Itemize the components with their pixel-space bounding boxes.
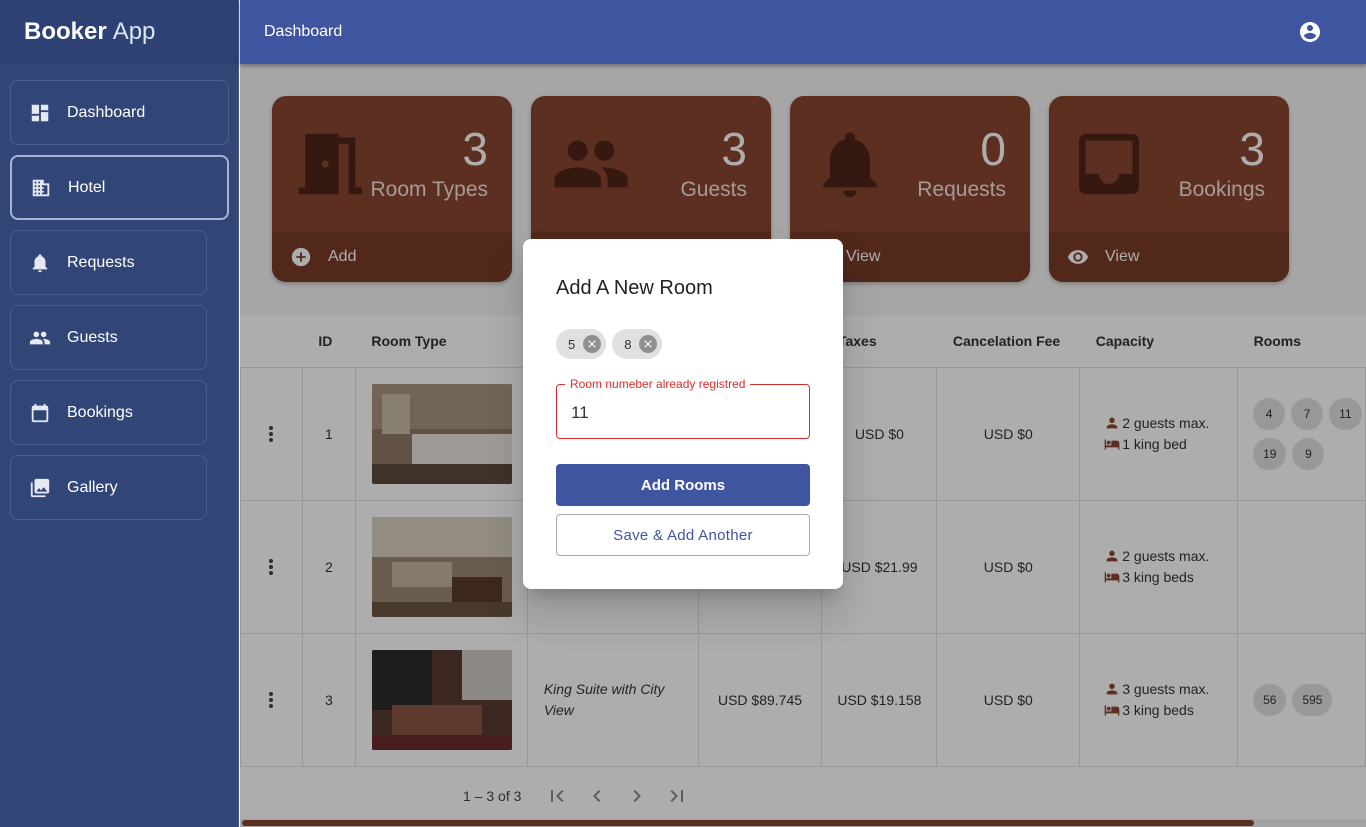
sidebar-item-guests[interactable]: Guests [10, 305, 207, 370]
people-icon [29, 327, 51, 349]
room-chip-list: 5 8 [556, 329, 668, 359]
remove-chip-icon[interactable] [583, 335, 602, 353]
sidebar-item-gallery[interactable]: Gallery [10, 455, 207, 520]
sidebar-item-requests[interactable]: Requests [10, 230, 207, 295]
room-number-input[interactable]: Room numeber already registred 11 [556, 377, 810, 439]
sidebar: Booker App Dashboard Hotel Requests Gues… [0, 0, 239, 827]
sidebar-item-label: Gallery [67, 478, 118, 496]
remove-chip-icon[interactable] [639, 335, 658, 353]
field-value: 11 [571, 403, 589, 422]
sidebar-item-label: Dashboard [67, 103, 146, 121]
field-error-label: Room numeber already registred [565, 377, 751, 391]
chip-label: 8 [624, 336, 632, 352]
page-title: Dashboard [264, 23, 343, 40]
sidebar-item-label: Bookings [67, 403, 133, 421]
add-rooms-button[interactable]: Add Rooms [556, 464, 810, 506]
sidebar-item-label: Requests [67, 253, 135, 271]
sidebar-item-label: Hotel [68, 178, 106, 196]
app-brand: Booker App [0, 0, 238, 64]
account-icon[interactable] [1298, 20, 1322, 44]
dashboard-icon [29, 102, 51, 124]
sidebar-item-hotel[interactable]: Hotel [10, 155, 229, 220]
brand-light: App [112, 17, 156, 45]
top-bar: Dashboard [240, 0, 1366, 64]
bell-icon [29, 252, 51, 274]
building-icon [30, 177, 52, 199]
chip-label: 5 [568, 336, 576, 352]
sidebar-item-dashboard[interactable]: Dashboard [10, 80, 229, 145]
photo-icon [29, 477, 51, 499]
sidebar-item-bookings[interactable]: Bookings [10, 380, 207, 445]
room-chip[interactable]: 5 [556, 329, 607, 359]
room-chip[interactable]: 8 [612, 329, 663, 359]
add-room-dialog: Add A New Room 5 8 Room numeber already … [523, 239, 843, 589]
dialog-title: Add A New Room [556, 277, 713, 299]
brand-bold: Booker [24, 17, 107, 45]
save-add-another-button[interactable]: Save & Add Another [556, 514, 810, 556]
sidebar-item-label: Guests [67, 328, 118, 346]
calendar-icon [29, 402, 51, 424]
